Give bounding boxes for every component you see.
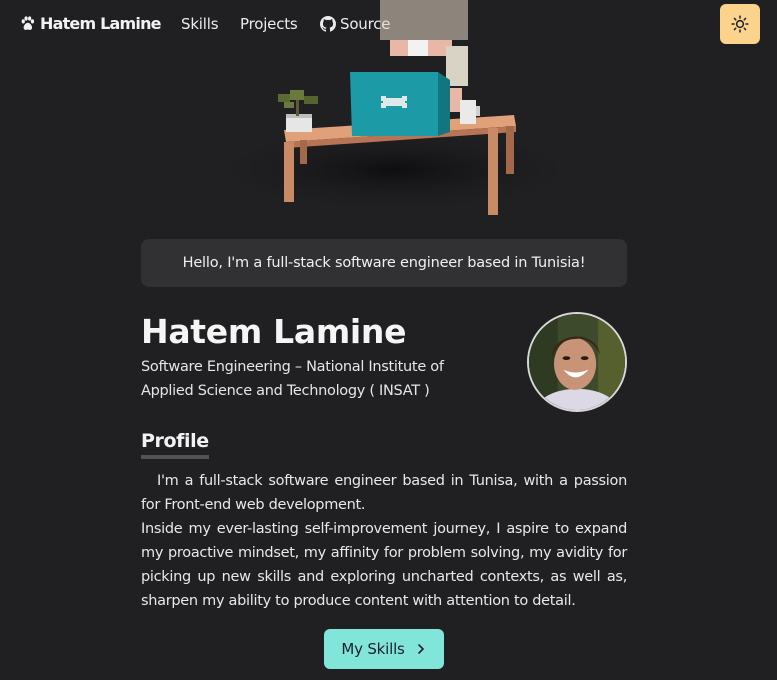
profile-bio: I'm a full-stack software engineer based…: [141, 469, 627, 613]
my-skills-button[interactable]: My Skills: [324, 629, 444, 669]
theme-toggle-button[interactable]: [720, 4, 760, 44]
greeting-banner: Hello, I'm a full-stack software enginee…: [141, 239, 627, 287]
voxel-desk-illustration: [195, 0, 595, 215]
avatar: [527, 312, 627, 412]
sun-icon: [731, 15, 749, 33]
brand-name: Hatem Lamine: [40, 14, 162, 33]
brand-logo[interactable]: Hatem Lamine: [19, 14, 162, 33]
chevron-right-icon: [417, 644, 424, 654]
paw-icon: [21, 16, 35, 30]
avatar-photo: [529, 314, 625, 410]
section-title-profile: Profile: [141, 430, 209, 459]
bio-paragraph: I'm a full-stack software engineer based…: [141, 473, 627, 513]
bio-paragraph: Inside my ever-lasting self-improvement …: [141, 521, 627, 609]
profile-subtitle: Software Engineering – National Institut…: [141, 359, 444, 399]
profile-name: Hatem Lamine: [141, 312, 407, 351]
my-skills-button-label: My Skills: [341, 640, 405, 658]
